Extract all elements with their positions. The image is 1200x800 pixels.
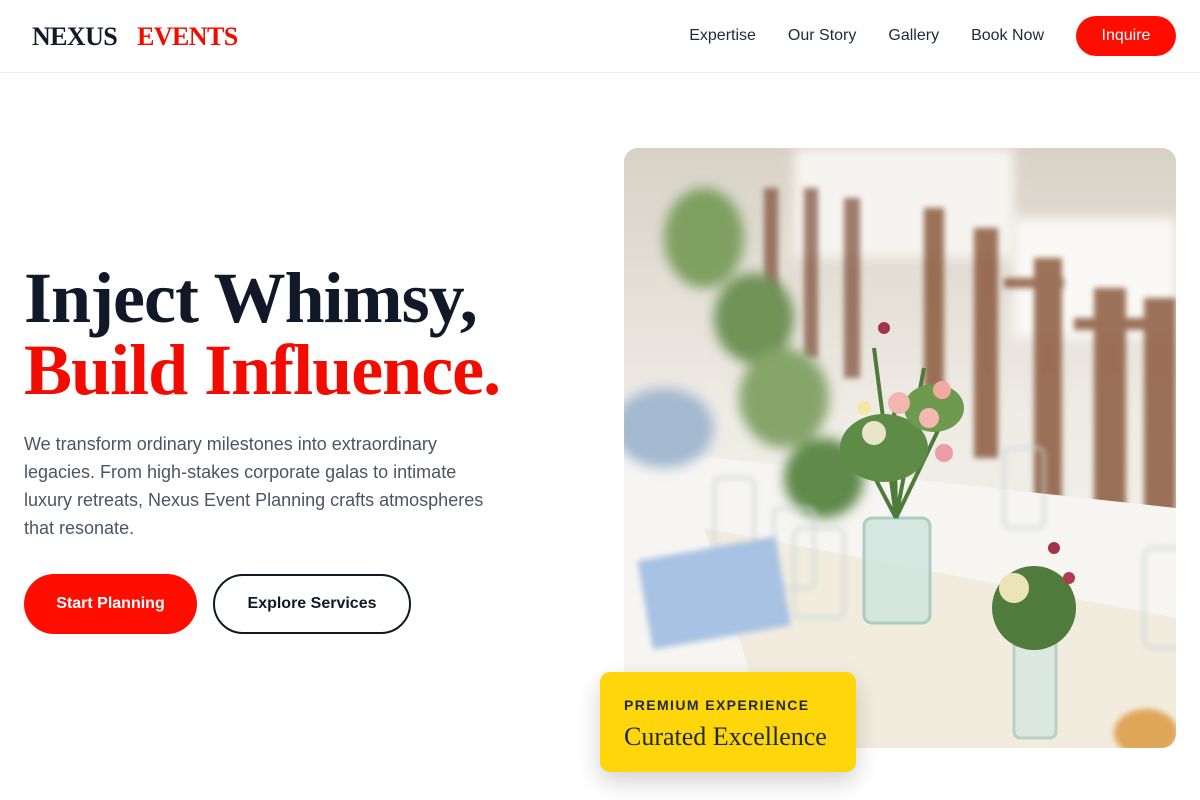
table-setting-illustration [624, 148, 1176, 748]
nav-link-gallery[interactable]: Gallery [888, 26, 939, 46]
badge-kicker: PREMIUM EXPERIENCE [624, 697, 810, 713]
brand-logo[interactable]: NEXUS EVENTS [32, 22, 238, 52]
hero-headline: Inject Whimsy, Build Influence. [24, 262, 594, 406]
start-planning-button[interactable]: Start Planning [24, 574, 197, 634]
explore-services-button[interactable]: Explore Services [213, 574, 411, 634]
brand-word-nexus: NEXUS [32, 22, 118, 51]
nav-link-our-story[interactable]: Our Story [788, 26, 856, 46]
hero-description: We transform ordinary milestones into ex… [24, 434, 484, 538]
site-header: NEXUS EVENTS Expertise Our Story Gallery… [0, 0, 1200, 73]
inquire-button[interactable]: Inquire [1076, 16, 1176, 56]
hero-event-photo [624, 148, 1176, 748]
badge-title: Curated Excellence [624, 722, 827, 751]
brand-word-events: EVENTS [137, 22, 238, 51]
nav-link-expertise[interactable]: Expertise [689, 26, 756, 46]
nav-link-book-now[interactable]: Book Now [971, 26, 1044, 46]
premium-badge: PREMIUM EXPERIENCE Curated Excellence [600, 672, 856, 772]
headline-line-2: Build Influence. [24, 330, 501, 410]
main-nav: Expertise Our Story Gallery Book Now Inq… [689, 16, 1176, 56]
headline-line-1: Inject Whimsy, [24, 258, 478, 338]
